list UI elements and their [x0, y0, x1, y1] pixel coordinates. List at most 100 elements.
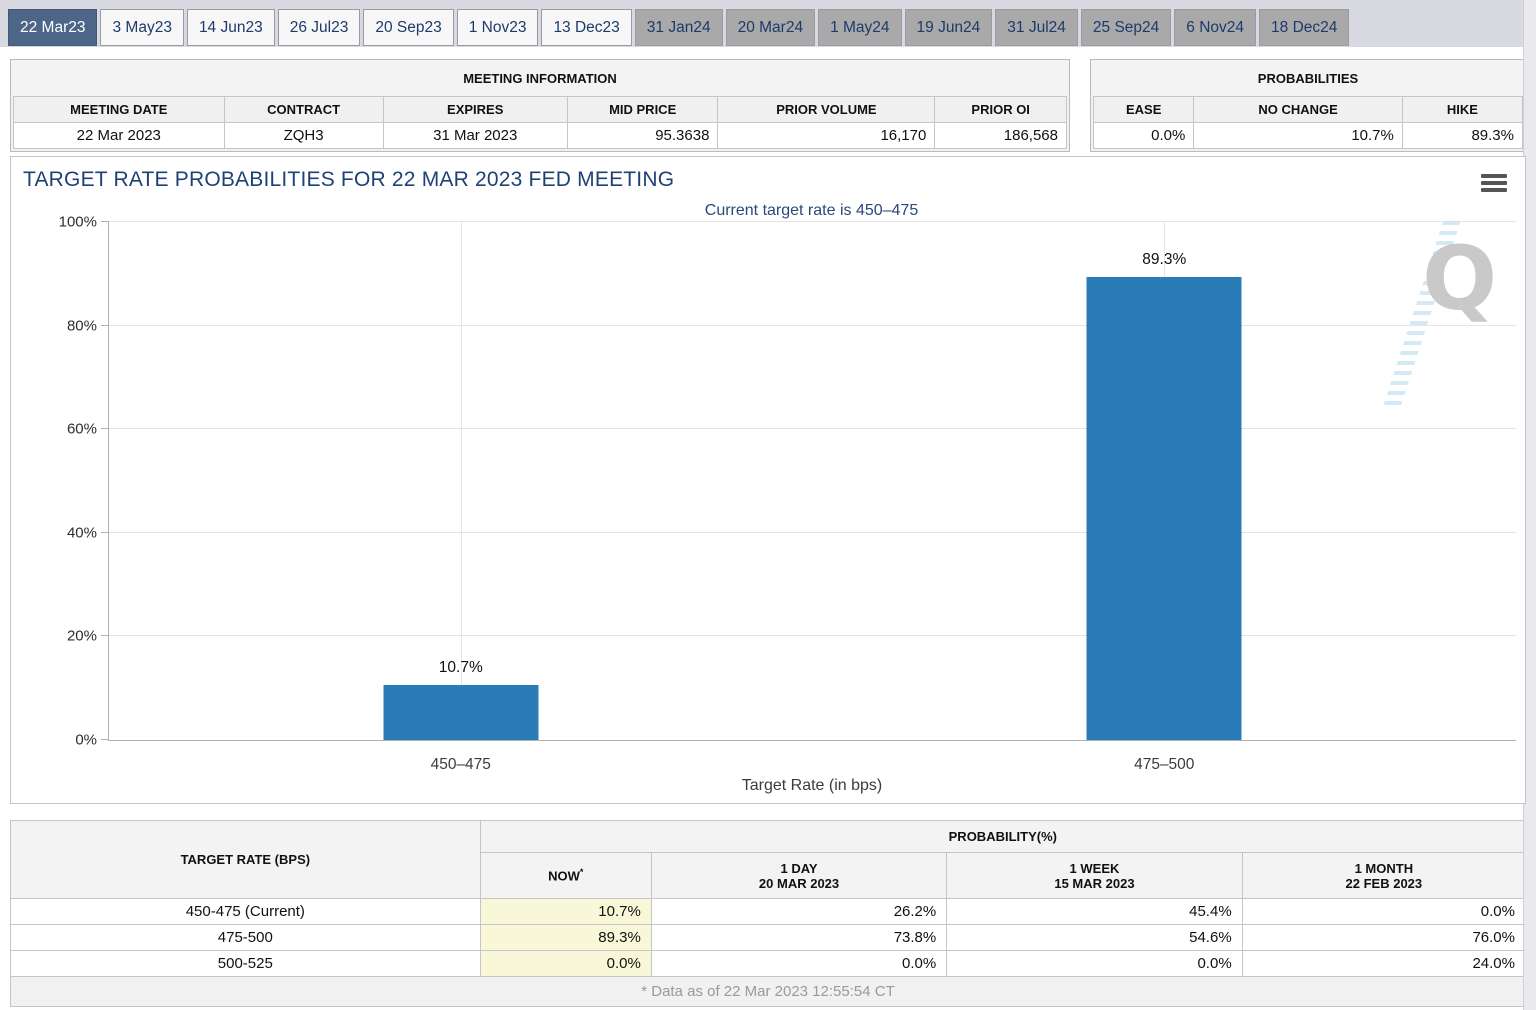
prior-volume-header: PRIOR VOLUME — [718, 97, 935, 123]
target-rate-label: 475-500 — [11, 925, 481, 951]
y-tick-label: 100% — [59, 214, 97, 231]
now-label: NOW — [548, 869, 580, 884]
mid-price-value: 95.3638 — [567, 123, 718, 149]
y-tick-label: 40% — [67, 524, 97, 541]
contract-value: ZQH3 — [224, 123, 383, 149]
hike-value: 89.3% — [1402, 123, 1522, 149]
month-probability: 0.0% — [1242, 899, 1525, 925]
prior-volume-value: 16,170 — [718, 123, 935, 149]
tab-31-jul24[interactable]: 31 Jul24 — [995, 9, 1078, 46]
bar-value-label: 89.3% — [1142, 251, 1186, 269]
y-tick-label: 20% — [67, 628, 97, 645]
y-tick-mark — [101, 532, 109, 533]
tab-22-mar23[interactable]: 22 Mar23 — [8, 9, 97, 46]
bar-chart-plot-area: 0%20%40%60%80%100%10.7%450–47589.3%475–5… — [108, 222, 1516, 741]
month-probability: 24.0% — [1242, 951, 1525, 977]
one-week-label: 1 WEEK — [953, 861, 1235, 876]
chart-subtitle: Current target rate is 450–475 — [108, 202, 1515, 220]
prior-oi-value: 186,568 — [935, 123, 1067, 149]
hike-header: HIKE — [1402, 97, 1522, 123]
tab-3-may23[interactable]: 3 May23 — [100, 9, 183, 46]
meeting-information-table: MEETING DATE CONTRACT EXPIRES MID PRICE … — [13, 96, 1067, 149]
probabilities-title: PROBABILITIES — [1093, 62, 1523, 96]
ease-value: 0.0% — [1094, 123, 1194, 149]
tab-26-jul23[interactable]: 26 Jul23 — [278, 9, 361, 46]
one-day-date: 20 MAR 2023 — [658, 876, 940, 891]
y-tick-mark — [101, 739, 109, 740]
tab-18-dec24[interactable]: 18 Dec24 — [1259, 9, 1349, 46]
x-tick-label: 475–500 — [1134, 756, 1194, 774]
table-row-450-475: 450-475 (Current) 10.7% 26.2% 45.4% 0.0% — [11, 899, 1526, 925]
probability-history-table: TARGET RATE (BPS) PROBABILITY(%) NOW* 1 … — [10, 820, 1526, 1007]
week-probability: 0.0% — [947, 951, 1242, 977]
probabilities-panel: PROBABILITIES EASE NO CHANGE HIKE 0.0% 1… — [1090, 59, 1526, 152]
one-week-column-header: 1 WEEK 15 MAR 2023 — [947, 853, 1242, 899]
tab-25-sep24[interactable]: 25 Sep24 — [1081, 9, 1171, 46]
target-rate-chart-panel: TARGET RATE PROBABILITIES FOR 22 MAR 202… — [10, 156, 1526, 804]
tab-19-jun24[interactable]: 19 Jun24 — [905, 9, 993, 46]
ease-header: EASE — [1094, 97, 1194, 123]
day-probability: 73.8% — [651, 925, 946, 951]
week-probability: 54.6% — [947, 925, 1242, 951]
now-probability: 10.7% — [480, 899, 651, 925]
chart-menu-hamburger-icon[interactable] — [1481, 174, 1507, 194]
target-rate-label: 450-475 (Current) — [11, 899, 481, 925]
tab-20-sep23[interactable]: 20 Sep23 — [363, 9, 453, 46]
one-week-date: 15 MAR 2023 — [953, 876, 1235, 891]
tab-20-mar24[interactable]: 20 Mar24 — [726, 9, 815, 46]
meeting-information-panel: MEETING INFORMATION MEETING DATE CONTRAC… — [10, 59, 1070, 152]
probabilities-values-row: 0.0% 10.7% 89.3% — [1094, 123, 1523, 149]
chart-title: TARGET RATE PROBABILITIES FOR 22 MAR 202… — [23, 168, 674, 192]
tab-6-nov24[interactable]: 6 Nov24 — [1174, 9, 1256, 46]
x-tick-label: 450–475 — [431, 756, 491, 774]
bar-450-475 — [383, 685, 538, 740]
target-rate-label: 500-525 — [11, 951, 481, 977]
tab-1-nov23[interactable]: 1 Nov23 — [457, 9, 539, 46]
bar-value-label: 10.7% — [439, 659, 483, 677]
prior-oi-header: PRIOR OI — [935, 97, 1067, 123]
y-gridline — [109, 221, 1516, 222]
meeting-information-title: MEETING INFORMATION — [13, 62, 1067, 96]
meeting-date-value: 22 Mar 2023 — [14, 123, 225, 149]
no-change-value: 10.7% — [1194, 123, 1402, 149]
meeting-tab-bar: 22 Mar233 May2314 Jun2326 Jul2320 Sep231… — [0, 0, 1536, 47]
table-row-500-525: 500-525 0.0% 0.0% 0.0% 24.0% — [11, 951, 1526, 977]
one-month-column-header: 1 MONTH 22 FEB 2023 — [1242, 853, 1525, 899]
one-day-column-header: 1 DAY 20 MAR 2023 — [651, 853, 946, 899]
y-gridline — [109, 428, 1516, 429]
tab-31-jan24[interactable]: 31 Jan24 — [635, 9, 723, 46]
quikstrike-logo-watermark: Q — [1422, 235, 1497, 323]
week-probability: 45.4% — [947, 899, 1242, 925]
y-tick-mark — [101, 635, 109, 636]
target-rate-bps-header: TARGET RATE (BPS) — [11, 821, 481, 899]
y-tick-label: 80% — [67, 317, 97, 334]
y-gridline — [109, 325, 1516, 326]
mid-price-header: MID PRICE — [567, 97, 718, 123]
tab-14-jun23[interactable]: 14 Jun23 — [187, 9, 275, 46]
tab-13-dec23[interactable]: 13 Dec23 — [541, 9, 631, 46]
y-gridline — [109, 532, 1516, 533]
now-column-header: NOW* — [480, 853, 651, 899]
info-panels-row: MEETING INFORMATION MEETING DATE CONTRAC… — [10, 59, 1526, 152]
probability-pct-group-header: PROBABILITY(%) — [480, 821, 1525, 853]
one-month-date: 22 FEB 2023 — [1249, 876, 1519, 891]
contract-header: CONTRACT — [224, 97, 383, 123]
day-probability: 26.2% — [651, 899, 946, 925]
bar-475-500 — [1087, 277, 1242, 740]
y-gridline — [109, 635, 1516, 636]
y-tick-mark — [101, 428, 109, 429]
expires-value: 31 Mar 2023 — [383, 123, 567, 149]
no-change-header: NO CHANGE — [1194, 97, 1402, 123]
y-tick-mark — [101, 325, 109, 326]
table-row-475-500: 475-500 89.3% 73.8% 54.6% 76.0% — [11, 925, 1526, 951]
one-month-label: 1 MONTH — [1249, 861, 1519, 876]
meeting-information-values-row: 22 Mar 2023 ZQH3 31 Mar 2023 95.3638 16,… — [14, 123, 1067, 149]
x-axis-title: Target Rate (in bps) — [108, 777, 1516, 795]
probabilities-table: EASE NO CHANGE HIKE 0.0% 10.7% 89.3% — [1093, 96, 1523, 149]
history-table-section: TARGET RATE (BPS) PROBABILITY(%) NOW* 1 … — [10, 820, 1526, 1007]
day-probability: 0.0% — [651, 951, 946, 977]
meeting-date-header: MEETING DATE — [14, 97, 225, 123]
now-asterisk: * — [580, 867, 584, 877]
month-probability: 76.0% — [1242, 925, 1525, 951]
tab-1-may24[interactable]: 1 May24 — [818, 9, 901, 46]
